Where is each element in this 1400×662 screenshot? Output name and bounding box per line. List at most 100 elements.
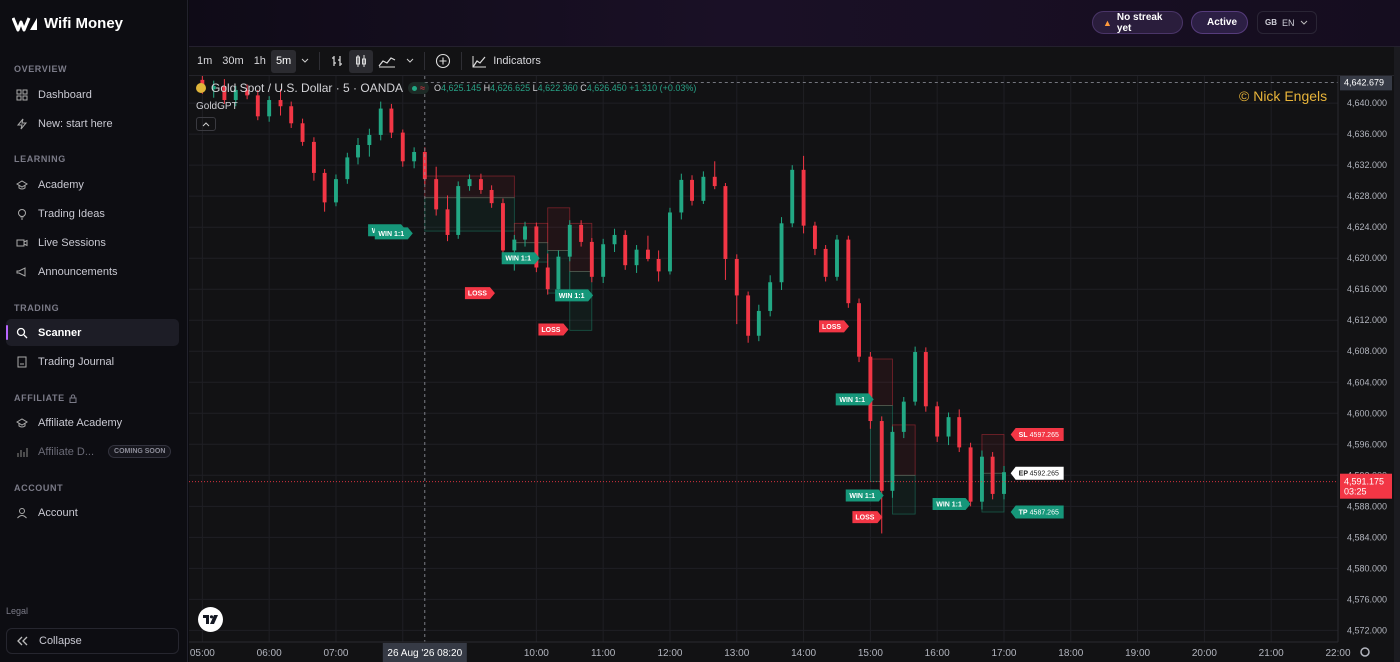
sidebar-item-trading-journal[interactable]: Trading Journal <box>6 348 179 375</box>
language-label: EN <box>1282 17 1295 28</box>
current-price-label: 4,591.175 <box>1344 477 1384 487</box>
loss-label: LOSS <box>822 324 841 331</box>
indicators-label: Indicators <box>493 55 541 67</box>
coming-soon-badge: COMING SOON <box>108 445 172 458</box>
time-tick-label: 20:00 <box>1192 648 1217 659</box>
collapse-button[interactable]: Collapse <box>6 628 179 654</box>
indicators-button[interactable]: Indicators <box>467 50 546 73</box>
section-trading: TRADING <box>14 303 60 313</box>
stop-zone-box <box>869 358 893 406</box>
flame-icon: ▲ <box>1103 17 1112 28</box>
price-tick-label: 4,628.000 <box>1347 191 1387 201</box>
candle-style-button[interactable] <box>349 49 374 73</box>
candle-body <box>267 100 272 117</box>
price-tick-label: 4,636.000 <box>1347 129 1387 139</box>
time-tick-label: 12:00 <box>657 648 682 659</box>
sidebar-item-label: Announcements <box>38 265 118 278</box>
collapse-label: Collapse <box>39 635 82 647</box>
bar-chart-icon <box>17 447 28 457</box>
sidebar-item-account[interactable]: Account <box>6 499 179 526</box>
time-tick-label: 07:00 <box>323 648 348 659</box>
gold-coin-icon <box>196 83 206 93</box>
candle-body <box>311 141 316 173</box>
chart-type-dropdown[interactable] <box>401 50 419 73</box>
candle-body <box>846 239 851 304</box>
loss-label: LOSS <box>468 291 487 298</box>
area-chart-icon <box>378 57 396 68</box>
interval-30m[interactable]: 30m <box>217 50 248 73</box>
sidebar-item-affiliate-academy[interactable]: Affiliate Academy <box>6 409 179 436</box>
app-logo[interactable]: Wifi Money <box>12 15 123 32</box>
sidebar-item-academy[interactable]: Academy <box>6 171 179 198</box>
level-tag-value: 4587.265 <box>1030 510 1059 517</box>
sidebar: Wifi Money OVERVIEW Dashboard New: start… <box>0 0 188 662</box>
candle-body <box>734 258 739 296</box>
candle-body <box>812 225 817 249</box>
candle-body <box>501 203 505 251</box>
graduation-cap-icon <box>16 179 28 189</box>
compare-button[interactable] <box>430 50 456 73</box>
interval-1m[interactable]: 1m <box>192 50 217 73</box>
candle-body <box>990 456 995 494</box>
level-tag-label: SL <box>1019 432 1029 439</box>
candle-body <box>489 189 494 204</box>
sidebar-item-label: Academy <box>38 178 84 191</box>
candle-body <box>378 108 383 135</box>
candle-body <box>801 169 806 226</box>
section-account: ACCOUNT <box>14 483 64 493</box>
active-status-badge[interactable]: Active <box>1191 11 1248 34</box>
bar-style-button[interactable] <box>325 50 349 73</box>
candle-body <box>623 234 628 266</box>
candle-body <box>701 176 706 201</box>
ohlc-values: O4,625.145 H4,626.625 L4,622.360 C4,626.… <box>434 83 696 93</box>
candle-body <box>579 224 584 242</box>
candle-body <box>957 417 962 448</box>
lightbulb-icon <box>18 208 26 219</box>
price-tick-label: 4,576.000 <box>1347 594 1387 604</box>
interval-5m[interactable]: 5m <box>270 49 297 73</box>
ohlc-bars-icon <box>332 56 343 66</box>
page-scrollbar[interactable] <box>1394 47 1400 662</box>
sidebar-item-live-sessions[interactable]: Live Sessions <box>6 229 179 256</box>
level-tag-value: 4592.265 <box>1030 471 1059 478</box>
time-tick-label: 10:00 <box>524 648 549 659</box>
time-axis[interactable]: 05:0006:0007:0008:0010:0011:0012:0013:00… <box>189 641 1394 662</box>
legend-collapse-button[interactable] <box>196 117 216 131</box>
section-affiliate-label: AFFILIATE <box>14 393 65 403</box>
candle-body <box>556 256 561 290</box>
win-label: WIN 1:1 <box>505 256 531 263</box>
candle-body <box>712 176 717 187</box>
sidebar-item-new-start[interactable]: New: start here <box>6 110 179 137</box>
candles-icon <box>356 55 367 67</box>
area-style-button[interactable] <box>373 50 401 73</box>
interval-1h[interactable]: 1h <box>249 50 271 73</box>
toolbar-divider <box>319 52 321 70</box>
level-tag-value: 4597.265 <box>1030 432 1059 439</box>
sidebar-item-label: Scanner <box>38 326 82 339</box>
indicator-legend[interactable]: GoldGPT <box>196 101 238 112</box>
sidebar-item-scanner[interactable]: Scanner <box>6 319 179 346</box>
sidebar-item-announcements[interactable]: Announcements <box>6 258 179 285</box>
sidebar-item-trading-ideas[interactable]: Trading Ideas <box>6 200 179 227</box>
legal-link[interactable]: Legal <box>6 606 28 616</box>
toolbar-divider <box>461 52 463 70</box>
sidebar-item-dashboard[interactable]: Dashboard <box>6 81 179 108</box>
price-axis[interactable]: 4,640.000 4,636.000 4,632.000 4,628.000 4,62… <box>1337 76 1394 662</box>
win-label: WIN 1:1 <box>849 493 875 500</box>
price-tick-label: 4,624.000 <box>1347 222 1387 232</box>
price-tick-label: 4,604.000 <box>1347 377 1387 387</box>
price-chart[interactable]: WIN 1:1 WIN 1:1 WIN 1:1 LOSS WIN 1:1 LOSS LOSS… <box>189 76 1394 662</box>
candle-body <box>645 249 650 259</box>
candle-body <box>567 224 572 257</box>
lightning-icon <box>16 118 28 129</box>
candle-body <box>923 352 928 407</box>
interval-dropdown[interactable] <box>296 50 314 73</box>
tradingview-logo[interactable] <box>198 607 223 632</box>
symbol-header[interactable]: Gold Spot / U.S. Dollar · 5 · OANDA ≈ O4… <box>196 81 696 95</box>
price-tick-label: 4,640.000 <box>1347 98 1387 108</box>
language-selector[interactable]: GB EN <box>1257 11 1317 34</box>
active-label: Active <box>1207 17 1238 28</box>
chart-panel: 1m 30m 1h 5m Indicators WIN 1:1 WIN 1:1 … <box>189 47 1394 662</box>
loss-label: LOSS <box>855 515 874 522</box>
streak-badge[interactable]: ▲ No streak yet <box>1092 11 1183 34</box>
